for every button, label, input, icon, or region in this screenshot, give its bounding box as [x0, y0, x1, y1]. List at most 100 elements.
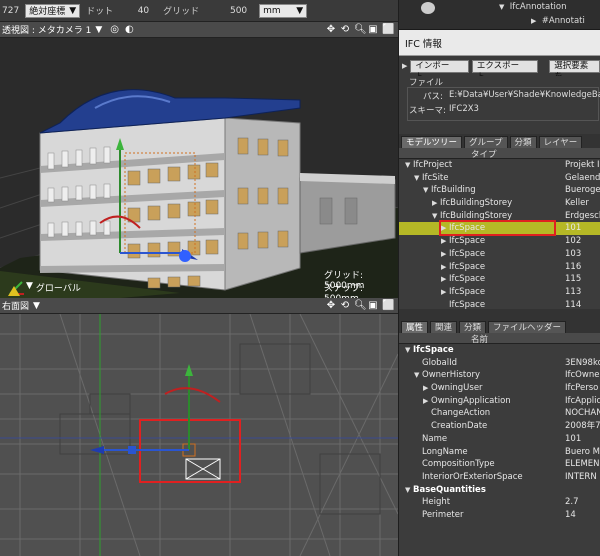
- model-column-header: タイプ: [399, 148, 600, 160]
- file-section: ファイル パス: E:¥Data¥User¥Shade¥KnowledgeBa …: [399, 76, 600, 134]
- view-menu-icon[interactable]: ▼: [33, 301, 40, 311]
- maximize-icon[interactable]: ⬜: [382, 24, 394, 35]
- tree-row-label: IfcBuildingStorey: [440, 198, 513, 209]
- right-panel: ▼ IfcAnnotation ▶ #Annotati IFC 情報 ▶ インポ…: [398, 0, 600, 556]
- side-viewport[interactable]: 右面図 ▼ ✥ ⟲ 🔍︎ ▣ ⬜: [0, 298, 398, 556]
- property-row[interactable]: ▼ IfcSpace: [399, 344, 600, 357]
- schema-label: スキーマ:: [409, 106, 446, 116]
- splitter[interactable]: [399, 309, 600, 319]
- property-row[interactable]: InteriorOrExteriorSpace INTERN: [399, 471, 600, 484]
- expand-right-icon[interactable]: ▶: [441, 248, 449, 261]
- tree-row[interactable]: ▶ IfcBuildingStorey Keller: [399, 197, 600, 210]
- expand-down-icon[interactable]: ▼: [405, 484, 413, 497]
- tree-row[interactable]: ▼ IfcBuilding Bueroge: [399, 184, 600, 197]
- tab-prop-classification[interactable]: 分類: [459, 321, 487, 333]
- expand-down-icon[interactable]: ▼: [414, 172, 422, 185]
- pan-icon[interactable]: ✥: [326, 300, 336, 311]
- expand-right-icon[interactable]: ▶: [441, 261, 449, 274]
- expand-right-icon[interactable]: ▶: [441, 273, 449, 286]
- zoom-icon[interactable]: 🔍︎: [354, 300, 367, 311]
- fit-icon[interactable]: ▣: [368, 24, 378, 35]
- tab-relations[interactable]: 関連: [430, 321, 458, 333]
- property-row[interactable]: Perimeter 14: [399, 509, 600, 522]
- expand-down-icon[interactable]: ▼: [423, 184, 431, 197]
- tree-row[interactable]: ▼IfcSite Gelaende: [399, 172, 600, 185]
- maximize-icon[interactable]: ⬜: [382, 300, 394, 311]
- unit-select[interactable]: mm ▼: [259, 3, 308, 18]
- tab-attributes[interactable]: 属性: [401, 321, 429, 333]
- property-row[interactable]: GlobalId 3EN98ko: [399, 357, 600, 370]
- property-row-value: Buero M: [565, 446, 600, 457]
- ifc-button-row: ▶ インポート... エクスポート... 選択要素を: [399, 56, 600, 82]
- viewport-header: 右面図 ▼ ✥ ⟲ 🔍︎ ▣ ⬜: [0, 298, 398, 314]
- property-row[interactable]: CompositionType ELEMEN: [399, 458, 600, 471]
- expand-down-icon[interactable]: ▼: [405, 159, 413, 172]
- tree-row[interactable]: IfcSpace 114: [399, 299, 600, 309]
- zoom-icon[interactable]: 🔍︎: [354, 24, 367, 35]
- import-button[interactable]: インポート...: [410, 59, 469, 82]
- collapse-arrow-icon[interactable]: ▶: [402, 62, 407, 70]
- tree-row-label: IfcProject: [413, 160, 453, 170]
- expand-down-icon: ▼: [499, 3, 505, 11]
- property-row[interactable]: Height 2.7: [399, 496, 600, 509]
- select-element-button[interactable]: 選択要素を: [549, 59, 600, 82]
- property-row-label: IfcSpace: [413, 345, 454, 355]
- expand-right-icon[interactable]: ▶: [441, 235, 449, 248]
- dot-value-input[interactable]: 40: [119, 6, 149, 16]
- property-row-value: IfcApplic: [565, 395, 600, 406]
- property-row[interactable]: ▶ OwningUser IfcPerso: [399, 382, 600, 395]
- export-button[interactable]: エクスポート...: [471, 59, 539, 82]
- expand-down-icon[interactable]: ▼: [414, 369, 422, 382]
- tab-model-tree[interactable]: モデルツリー: [401, 136, 463, 148]
- tree-row[interactable]: ▶ IfcSpace 103: [399, 248, 600, 261]
- property-row-value: 2008年7: [565, 421, 600, 432]
- expand-down-icon[interactable]: ▼: [405, 344, 413, 357]
- browser-item[interactable]: ▶ #Annotati: [531, 16, 585, 26]
- expand-right-icon[interactable]: ▶: [423, 395, 431, 408]
- expand-right-icon[interactable]: ▶: [441, 286, 449, 299]
- rotate-icon[interactable]: ⟲: [340, 300, 350, 311]
- pan-icon[interactable]: ✥: [326, 24, 336, 35]
- tree-row-value: 103: [565, 248, 582, 259]
- tree-row[interactable]: ▼ IfcProject Projekt I: [399, 159, 600, 172]
- property-row[interactable]: ▼ BaseQuantities: [399, 484, 600, 497]
- tree-row[interactable]: ▶ IfcSpace 102: [399, 235, 600, 248]
- grid-value-input[interactable]: 500: [205, 6, 247, 16]
- property-row[interactable]: ▼ OwnerHistory IfcOwner: [399, 369, 600, 382]
- property-row[interactable]: Name 101: [399, 433, 600, 446]
- tab-group[interactable]: グループ: [464, 136, 508, 148]
- fit-icon[interactable]: ▣: [368, 300, 378, 311]
- coord-mode-indicator[interactable]: ▼ グローバル: [26, 281, 81, 294]
- tree-row[interactable]: ▶ IfcSpace 115: [399, 273, 600, 286]
- property-row-label: OwnerHistory: [422, 370, 480, 381]
- rotate-icon[interactable]: ⟲: [340, 24, 350, 35]
- tab-classification[interactable]: 分類: [509, 136, 537, 148]
- browser-item[interactable]: ▼ IfcAnnotation: [499, 2, 567, 12]
- property-row[interactable]: ChangeAction NOCHAN: [399, 407, 600, 420]
- name-column-header[interactable]: 名前: [471, 333, 488, 345]
- tree-row[interactable]: ▶ IfcSpace 116: [399, 261, 600, 274]
- camera-menu-icon[interactable]: ▼: [95, 25, 102, 35]
- render-icon[interactable]: ◐: [125, 24, 134, 35]
- property-row[interactable]: CreationDate 2008年7: [399, 420, 600, 433]
- tab-layer[interactable]: レイヤー: [538, 136, 583, 148]
- expand-right-icon[interactable]: ▶: [423, 382, 431, 395]
- property-row-value: NOCHAN: [565, 408, 600, 419]
- perspective-viewport[interactable]: 透視図 : メタカメラ 1 ▼ ◎ ◐ ✥ ⟲ 🔍︎ ▣ ⬜ グリッド: 500…: [0, 22, 398, 298]
- dropdown-arrow-icon: ▼: [69, 5, 77, 16]
- tree-row[interactable]: ▶ IfcSpace 113: [399, 286, 600, 299]
- property-row[interactable]: LongName Buero M: [399, 446, 600, 459]
- tab-file-header[interactable]: ファイルヘッダー: [488, 321, 567, 333]
- property-row[interactable]: ▶ OwningApplication IfcApplic: [399, 395, 600, 408]
- coord-mode-value: 絶対座標: [29, 7, 66, 17]
- tree-row[interactable]: ▶ IfcSpace 101: [399, 220, 600, 237]
- unit-value: mm: [263, 5, 281, 16]
- expand-right-icon[interactable]: ▶: [432, 197, 440, 210]
- tree-row-value: Gelaende: [565, 172, 600, 183]
- property-row-label: CreationDate: [431, 421, 488, 432]
- camera-icon[interactable]: ◎: [110, 24, 119, 35]
- coord-mode-select[interactable]: 絶対座標 ▼: [25, 3, 81, 18]
- tree-row-label: IfcSpace: [449, 236, 486, 247]
- side-gizmo[interactable]: [90, 364, 221, 454]
- type-column-header[interactable]: タイプ: [471, 148, 497, 160]
